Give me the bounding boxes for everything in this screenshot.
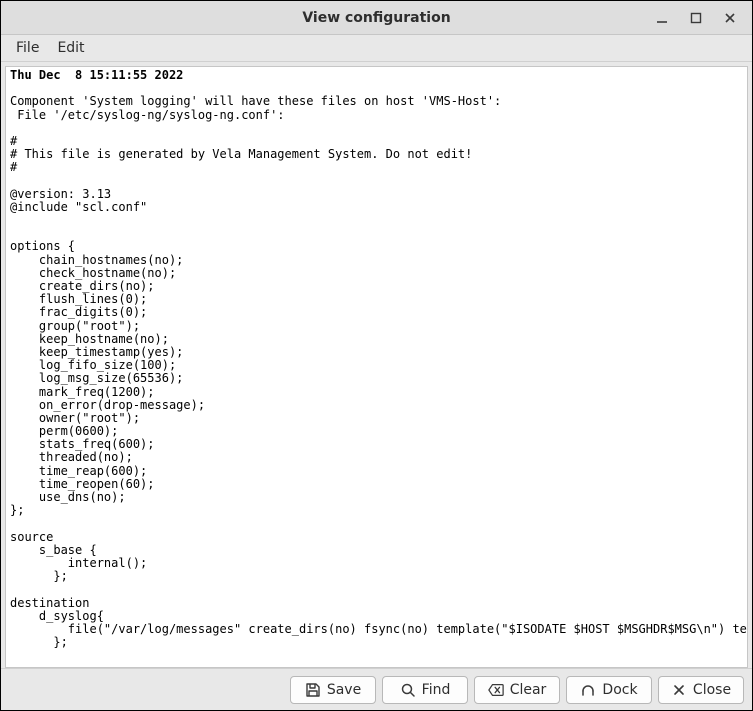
find-button-label: Find <box>422 682 451 698</box>
dock-button[interactable]: Dock <box>566 676 652 704</box>
configuration-viewer[interactable]: Thu Dec 8 15:11:55 2022 Component 'Syste… <box>5 66 748 668</box>
timestamp-line: Thu Dec 8 15:11:55 2022 <box>10 69 743 82</box>
window-title: View configuration <box>1 10 752 26</box>
save-icon <box>305 682 321 698</box>
search-icon <box>400 682 416 698</box>
clear-button-label: Clear <box>510 682 547 698</box>
content-frame: Thu Dec 8 15:11:55 2022 Component 'Syste… <box>1 62 752 668</box>
close-button-label: Close <box>693 682 731 698</box>
clear-button[interactable]: Clear <box>474 676 560 704</box>
save-button[interactable]: Save <box>290 676 376 704</box>
backspace-icon <box>488 682 504 698</box>
x-icon <box>671 682 687 698</box>
close-button[interactable]: Close <box>658 676 744 704</box>
menu-file[interactable]: File <box>7 35 48 61</box>
configuration-text: Component 'System logging' will have the… <box>10 82 743 649</box>
dock-icon <box>580 682 596 698</box>
dock-button-label: Dock <box>602 682 637 698</box>
menu-edit[interactable]: Edit <box>48 35 93 61</box>
titlebar: View configuration <box>1 1 752 35</box>
menubar: File Edit <box>1 35 752 62</box>
footer-toolbar: Save Find Clear Dock <box>1 668 752 710</box>
find-button[interactable]: Find <box>382 676 468 704</box>
save-button-label: Save <box>327 682 361 698</box>
